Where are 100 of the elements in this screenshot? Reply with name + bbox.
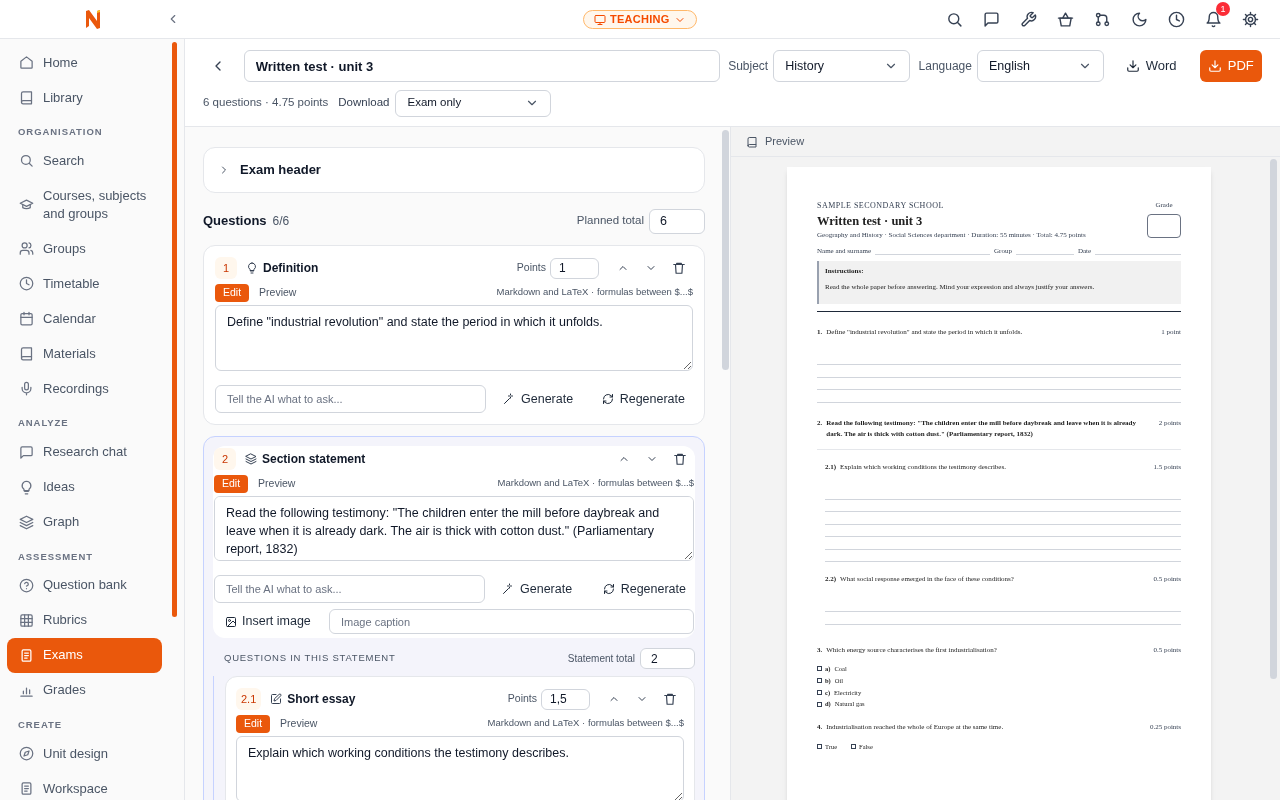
chat-icon (19, 444, 34, 460)
sidebar-item[interactable]: Research chat (7, 434, 162, 470)
section-heading: ANALYZE (17, 416, 70, 431)
generate-button[interactable]: Generate (502, 579, 573, 599)
clock-icon (19, 276, 34, 292)
editor-tab[interactable]: Preview (250, 474, 304, 493)
question-text-field[interactable]: Read the following testimony: "The children enter the mill before daybreak and leave when it is already dark. The air is thick with cotton dust." (Parliamentary report, 1832) (214, 496, 694, 561)
chat-button[interactable] (981, 9, 1001, 29)
sidebar-item[interactable]: Courses, subjects and groups (7, 178, 162, 232)
ai-prompt-field[interactable]: Tell the AI what to ask... (214, 575, 485, 603)
title-field[interactable]: Written test · unit 3 (243, 50, 721, 82)
edit-icon (270, 693, 283, 705)
wand-icon (503, 393, 515, 405)
insert-image-button[interactable]: Insert image (225, 612, 311, 631)
home-icon (19, 55, 34, 70)
refresh-icon (602, 583, 615, 595)
settings-button[interactable] (1240, 9, 1260, 29)
question-number-badge: 2.1 (236, 688, 262, 710)
ai-prompt-field[interactable]: Tell the AI what to ask... (215, 385, 486, 413)
basket-icon (1056, 10, 1074, 28)
download-select[interactable]: Exam only (395, 89, 552, 117)
sidebar-item[interactable]: Grades (7, 672, 162, 708)
points-field[interactable]: 1 (550, 257, 599, 279)
generate-button[interactable]: Generate (503, 389, 574, 409)
exam-summary: 6 questions · 4.75 points (203, 95, 329, 111)
question-type: Short essay (287, 691, 356, 708)
editor-tab[interactable]: Preview (251, 283, 305, 302)
question-type: Section statement (262, 451, 366, 468)
logo-icon[interactable] (83, 9, 102, 29)
moon-button[interactable] (1129, 9, 1149, 29)
points-label: Points (516, 260, 546, 276)
questions-heading: Questions (203, 212, 267, 231)
pdf-export-button[interactable]: PDF (1199, 50, 1262, 82)
basket-button[interactable] (1055, 9, 1075, 29)
question-type: Definition (263, 260, 319, 277)
statement-total-field[interactable]: 2 (640, 648, 695, 669)
language-label: Language (918, 58, 972, 75)
sidebar-item[interactable]: Library (7, 80, 162, 115)
sidebar-item[interactable]: Workspace (7, 771, 162, 800)
format-hint: Markdown and LaTeX · formulas between $...$ (487, 716, 684, 731)
monitor-icon (594, 13, 606, 26)
editor-tab[interactable]: Edit (236, 714, 271, 733)
scrollbar-thumb[interactable] (172, 42, 177, 617)
editor-tab[interactable]: Edit (215, 283, 250, 302)
grid-icon (19, 612, 34, 628)
sidebar-item[interactable]: Graph (7, 504, 162, 540)
question-text-field[interactable]: Explain which working conditions the testimony describes. (236, 736, 684, 800)
sidebar-item[interactable]: Home (7, 45, 162, 80)
sidebar-item[interactable]: Calendar (7, 301, 162, 337)
scrollbar-thumb[interactable] (1270, 159, 1277, 679)
document-icon (19, 781, 34, 796)
sidebar-item[interactable]: Search (7, 143, 162, 179)
sidebar-item[interactable]: Recordings (7, 371, 162, 407)
image-caption-field[interactable]: Image caption (329, 609, 694, 634)
question-text-field[interactable]: Define "industrial revolution" and state the period in which it unfolds. (215, 305, 693, 371)
book-icon (19, 90, 34, 105)
search-icon (945, 10, 963, 28)
word-export-button[interactable]: Word (1117, 50, 1185, 82)
scrollbar-thumb[interactable] (722, 130, 729, 370)
layers-icon (19, 514, 34, 530)
sidebar-item[interactable]: Timetable (7, 266, 162, 302)
question-circle-icon (19, 577, 34, 593)
planned-total-field[interactable]: 6 (649, 208, 705, 234)
points-field[interactable]: 1,5 (541, 688, 590, 710)
sidebar-item[interactable]: Materials (7, 336, 162, 372)
settings-icon (1241, 10, 1259, 28)
trash-icon (663, 692, 677, 706)
editor-tab[interactable]: Preview (272, 714, 326, 733)
sidebar-item[interactable]: Unit design (7, 736, 162, 771)
trash-icon (673, 452, 687, 466)
exam-header-toggle[interactable]: Exam header (203, 147, 705, 193)
notification-badge: 1 (1216, 2, 1230, 16)
regenerate-button[interactable]: Regenerate (602, 579, 686, 599)
history-button[interactable] (1166, 9, 1186, 29)
refresh-icon (601, 393, 614, 405)
editor-tab[interactable]: Edit (214, 474, 249, 493)
users-icon (19, 241, 34, 257)
wrench-icon (1019, 10, 1037, 28)
subsection-heading: QUESTIONS IN THIS STATEMENT (224, 651, 396, 666)
chat-icon (982, 10, 1000, 28)
wrench-button[interactable] (1018, 9, 1038, 29)
sidebar-item[interactable]: Groups (7, 231, 162, 267)
language-select[interactable]: English (976, 50, 1104, 82)
sidebar-item[interactable]: Question bank (7, 567, 162, 603)
moon-icon (1130, 10, 1148, 28)
school-name: SAMPLE SECONDARY SCHOOL (817, 200, 945, 212)
download-icon (1125, 59, 1140, 73)
download-label: Download (338, 95, 390, 111)
subject-select[interactable]: History (773, 50, 910, 82)
lightbulb-icon (246, 262, 258, 274)
format-hint: Markdown and LaTeX · formulas between $...$ (497, 476, 694, 491)
statement-total-label: Statement total (567, 652, 635, 666)
questions-count: 6/6 (272, 213, 290, 230)
sidebar-item[interactable]: Exams (7, 637, 162, 673)
sidebar-item[interactable]: Rubrics (7, 602, 162, 638)
image-icon (225, 615, 237, 628)
calendar-icon (19, 311, 34, 327)
sidebar-item[interactable]: Ideas (7, 469, 162, 505)
book-icon (746, 135, 758, 148)
regenerate-button[interactable]: Regenerate (601, 389, 685, 409)
